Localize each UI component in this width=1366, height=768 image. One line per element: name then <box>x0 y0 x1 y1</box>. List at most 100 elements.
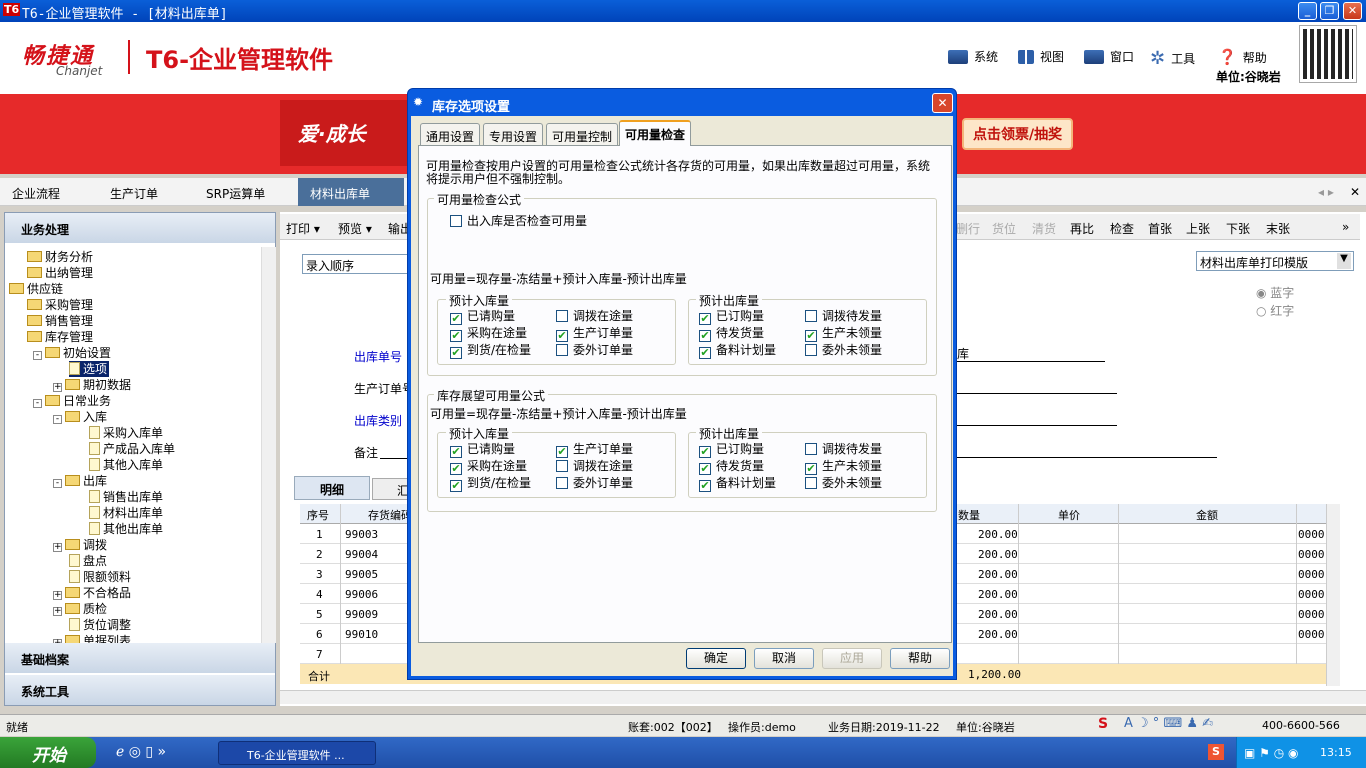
menu-help[interactable]: ❓ 帮助 <box>1218 48 1267 66</box>
tree-node[interactable]: - 出库 <box>53 473 107 489</box>
option-checkbox[interactable]: ✔ 采购在途量 <box>450 326 527 342</box>
tab-material-out[interactable]: 材料出库单 <box>298 178 404 206</box>
menu-tools[interactable]: ✲ 工具 <box>1150 48 1195 69</box>
checkbox-box[interactable]: ✔ <box>699 446 711 458</box>
checkbox-box[interactable]: ✔ <box>699 313 711 325</box>
grid-hscroll[interactable] <box>280 690 1366 704</box>
table-cell[interactable]: 0000 <box>1298 548 1325 561</box>
qr-code[interactable] <box>1299 25 1357 83</box>
cancel-button[interactable]: 取消 <box>754 648 814 669</box>
option-checkbox[interactable]: ✔ 生产未领量 <box>805 326 882 342</box>
menu-view[interactable]: 视图 <box>1018 48 1064 65</box>
menu-window[interactable]: 窗口 <box>1084 48 1134 65</box>
check-inout-checkbox[interactable]: 出入库是否检查可用量 <box>450 214 587 228</box>
table-cell[interactable]: 0000 <box>1298 568 1325 581</box>
tray-icons[interactable]: ▣ ⚑ ◷ ◉ <box>1244 746 1298 760</box>
minimize-button[interactable]: _ <box>1298 2 1317 20</box>
checkbox-box[interactable]: ✔ <box>450 330 462 342</box>
compare-button[interactable]: 再比 <box>1070 220 1094 237</box>
option-checkbox[interactable]: ✔ 已订购量 <box>699 309 764 325</box>
ime-icon[interactable]: S <box>1098 716 1108 732</box>
field-line-2[interactable] <box>957 393 1117 394</box>
option-checkbox[interactable]: ✔ 生产订单量 <box>556 442 633 458</box>
tree-node[interactable]: 库存管理 <box>27 329 93 345</box>
tab-production-order[interactable]: 生产订单 <box>110 185 158 202</box>
checkbox-box[interactable] <box>805 477 817 489</box>
checkbox-box[interactable]: ✔ <box>805 463 817 475</box>
option-checkbox[interactable]: ✔ 到货/在检量 <box>450 343 531 359</box>
delete-row-button[interactable]: 删行 <box>956 220 980 237</box>
table-cell[interactable]: 0000 <box>1298 628 1325 641</box>
tree-node[interactable]: + 调拨 <box>53 537 107 553</box>
option-checkbox[interactable]: 调拨在途量 <box>556 309 633 323</box>
checkbox-box[interactable] <box>805 310 817 322</box>
tab-close-icon[interactable]: ✕ <box>1350 185 1360 199</box>
summary-tab[interactable]: 汇 <box>372 478 409 500</box>
tree-node[interactable]: + 质检 <box>53 601 107 617</box>
table-cell[interactable]: 0000 <box>1298 608 1325 621</box>
table-cell[interactable]: 7 <box>316 648 323 661</box>
tab-availability-check[interactable]: 可用量检查 <box>619 120 692 146</box>
detail-tab[interactable]: 明细 <box>294 476 370 500</box>
checkbox-box[interactable] <box>556 477 568 489</box>
table-cell[interactable]: 99009 <box>345 608 378 621</box>
ime-toolbar-icons[interactable]: A ☽ ° ⌨ ♟ ✍ <box>1124 716 1213 731</box>
table-cell[interactable]: 200.00 <box>978 568 1018 581</box>
option-checkbox[interactable]: ✔ 到货/在检量 <box>450 476 531 492</box>
option-checkbox[interactable]: ✔ 备料计划量 <box>699 476 776 492</box>
checkbox-box[interactable]: ✔ <box>450 347 462 359</box>
option-checkbox[interactable]: ✔ 备料计划量 <box>699 343 776 359</box>
dialog-close-button[interactable]: ✕ <box>932 93 953 113</box>
option-checkbox[interactable]: 委外订单量 <box>556 343 633 357</box>
table-cell[interactable]: 4 <box>316 588 323 601</box>
tree-node[interactable]: - 日常业务 <box>33 393 111 409</box>
field-line-3[interactable] <box>957 425 1117 426</box>
col-header-seq[interactable]: 序号 <box>307 507 329 523</box>
print-button[interactable]: 打印 ▾ <box>286 220 320 237</box>
checkbox-box[interactable] <box>805 344 817 356</box>
tab-scroll-arrows[interactable]: ◂ ▸ <box>1318 185 1334 199</box>
ok-button[interactable]: 确定 <box>686 648 746 669</box>
col-header-code[interactable]: 存货编码 <box>368 507 412 523</box>
checkbox-box[interactable] <box>556 310 568 322</box>
col-header-amount[interactable]: 金额 <box>1196 507 1218 523</box>
table-cell[interactable]: 200.00 <box>978 548 1018 561</box>
taskbar-item-t6[interactable]: T6-企业管理软件 ... <box>218 741 376 765</box>
tab-srp[interactable]: SRP运算单 <box>206 185 265 202</box>
tree-node[interactable]: 货位调整 <box>69 617 131 633</box>
tree-node-selected[interactable]: 选项 <box>69 361 110 377</box>
tree-scrollbar[interactable] <box>261 247 276 643</box>
preview-button[interactable]: 预览 ▾ <box>338 220 372 237</box>
option-checkbox[interactable]: 委外订单量 <box>556 476 633 490</box>
tree-node[interactable]: + 期初数据 <box>53 377 131 393</box>
option-checkbox[interactable]: 调拨在途量 <box>556 459 633 473</box>
tree-node[interactable]: - 入库 <box>53 409 107 425</box>
tree-node[interactable]: 销售管理 <box>27 313 93 329</box>
promo-lottery-button[interactable]: 点击领票/抽奖 <box>962 118 1074 150</box>
table-cell[interactable]: 5 <box>316 608 323 621</box>
tree-node[interactable]: 出纳管理 <box>27 265 93 281</box>
table-cell[interactable]: 99006 <box>345 588 378 601</box>
table-cell[interactable]: 99004 <box>345 548 378 561</box>
grid-vscroll[interactable] <box>1326 504 1340 686</box>
quicklaunch-icons[interactable]: ℯ ◎ ▯ » <box>116 744 166 760</box>
checkbox-box[interactable]: ✔ <box>450 446 462 458</box>
option-checkbox[interactable]: ✔ 已请购量 <box>450 309 515 325</box>
first-button[interactable]: 首张 <box>1148 220 1172 237</box>
close-button[interactable]: ✕ <box>1343 2 1362 20</box>
help-button[interactable]: 帮助 <box>890 648 950 669</box>
checkbox-box[interactable] <box>556 460 568 472</box>
last-button[interactable]: 末张 <box>1266 220 1290 237</box>
field-line-4[interactable] <box>957 457 1217 458</box>
option-checkbox[interactable]: 调拨待发量 <box>805 309 882 323</box>
checkbox-box[interactable]: ✔ <box>805 330 817 342</box>
table-cell[interactable]: 0000 <box>1298 588 1325 601</box>
table-cell[interactable]: 1 <box>316 528 323 541</box>
tree-node[interactable]: 其他出库单 <box>89 521 163 537</box>
tab-availability-control[interactable]: 可用量控制 <box>546 123 619 145</box>
location-button[interactable]: 货位 <box>992 220 1016 237</box>
checkbox-box[interactable]: ✔ <box>556 330 568 342</box>
checkbox-box[interactable]: ✔ <box>556 446 568 458</box>
tree-node[interactable]: 财务分析 <box>27 249 93 265</box>
tree-node[interactable]: - 初始设置 <box>33 345 111 361</box>
